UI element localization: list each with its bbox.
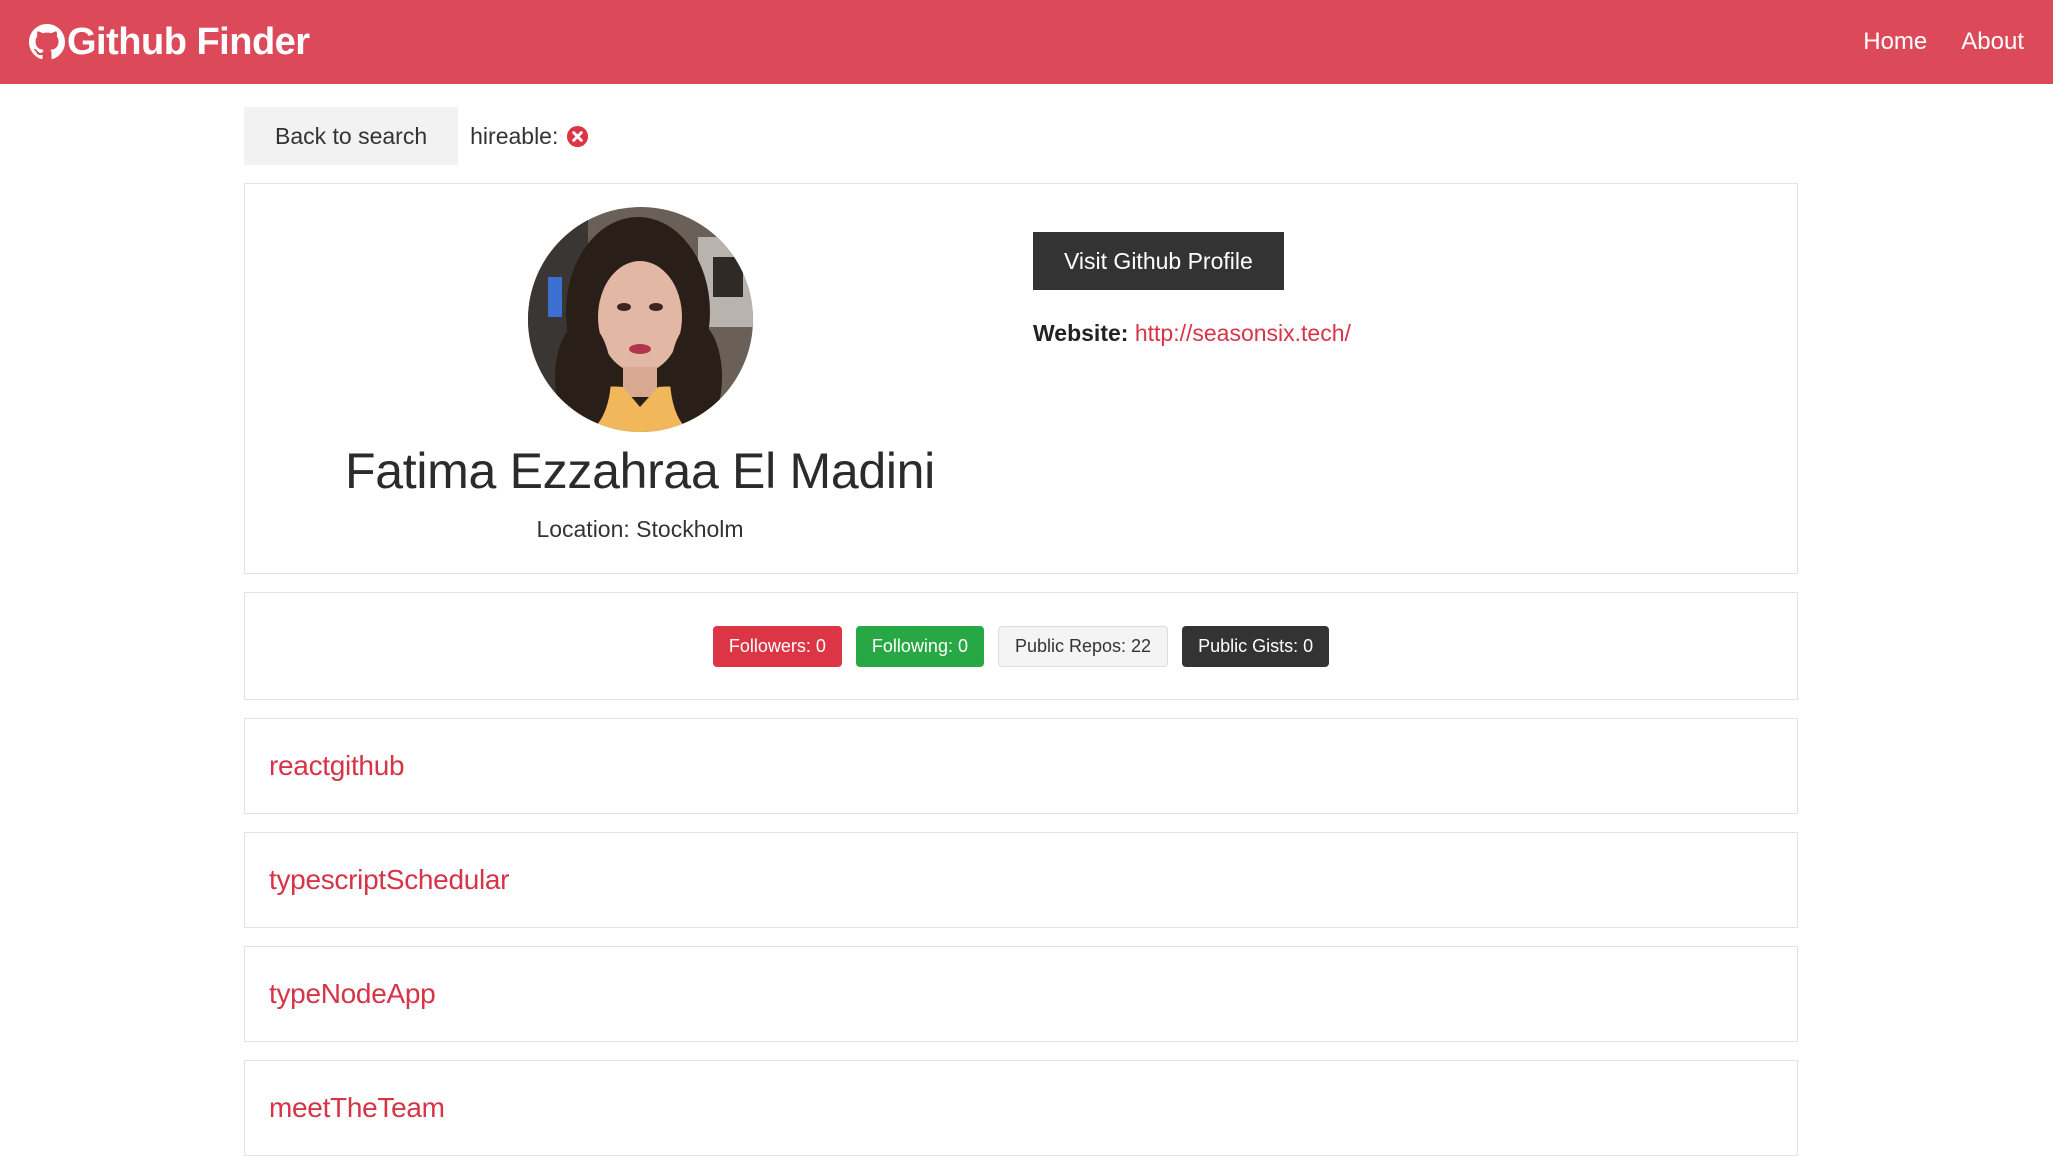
profile-location: Location: Stockholm — [536, 516, 744, 542]
following-badge: Following: 0 — [855, 625, 984, 667]
stats-card: Followers: 0 Following: 0 Public Repos: … — [244, 592, 1798, 700]
repo-link-reactgithub[interactable]: reactgithub — [269, 750, 405, 782]
top-actions: Back to search hireable: — [244, 107, 1798, 165]
repo-item: typeNodeApp — [244, 946, 1798, 1042]
public-repos-badge: Public Repos: 22 — [997, 625, 1169, 667]
nav-links: Home About — [1829, 28, 2024, 56]
hireable-label: hireable: — [470, 122, 559, 149]
profile-name: Fatima Ezzahraa El Madini — [345, 443, 935, 499]
repo-link-typescriptschedular[interactable]: typescriptSchedular — [269, 864, 510, 896]
brand-title: Github Finder — [67, 20, 310, 63]
hireable-status: hireable: — [470, 123, 589, 150]
brand[interactable]: Github Finder — [29, 21, 310, 64]
visit-github-profile-button[interactable]: Visit Github Profile — [1033, 232, 1284, 290]
followers-badge: Followers: 0 — [712, 625, 842, 667]
profile-card: Fatima Ezzahraa El Madini Location: Stoc… — [244, 183, 1798, 574]
repo-item: meetTheTeam — [244, 1060, 1798, 1156]
public-gists-badge: Public Gists: 0 — [1182, 625, 1330, 667]
website-link[interactable]: http://seasonsix.tech/ — [1135, 320, 1351, 346]
navbar: Github Finder Home About — [0, 0, 2053, 84]
avatar — [527, 207, 753, 432]
profile-summary: Fatima Ezzahraa El Madini Location: Stoc… — [245, 207, 1035, 543]
website-label: Website: — [1033, 320, 1129, 346]
repo-link-typenodeapp[interactable]: typeNodeApp — [269, 978, 436, 1010]
repo-item: typescriptSchedular — [244, 832, 1798, 928]
github-icon — [29, 24, 65, 60]
profile-details: Visit Github Profile Website: http://sea… — [1033, 232, 1351, 347]
nav-link-home[interactable]: Home — [1863, 28, 1927, 56]
main-container: Back to search hireable: Fatima Ezzahraa… — [244, 107, 1798, 1156]
website-row: Website: http://seasonsix.tech/ — [1033, 320, 1351, 347]
repo-link-meettheteam[interactable]: meetTheTeam — [269, 1092, 445, 1124]
back-to-search-button[interactable]: Back to search — [244, 107, 459, 165]
nav-link-about[interactable]: About — [1961, 28, 2024, 56]
times-circle-icon — [567, 125, 589, 147]
repo-item: reactgithub — [244, 718, 1798, 814]
